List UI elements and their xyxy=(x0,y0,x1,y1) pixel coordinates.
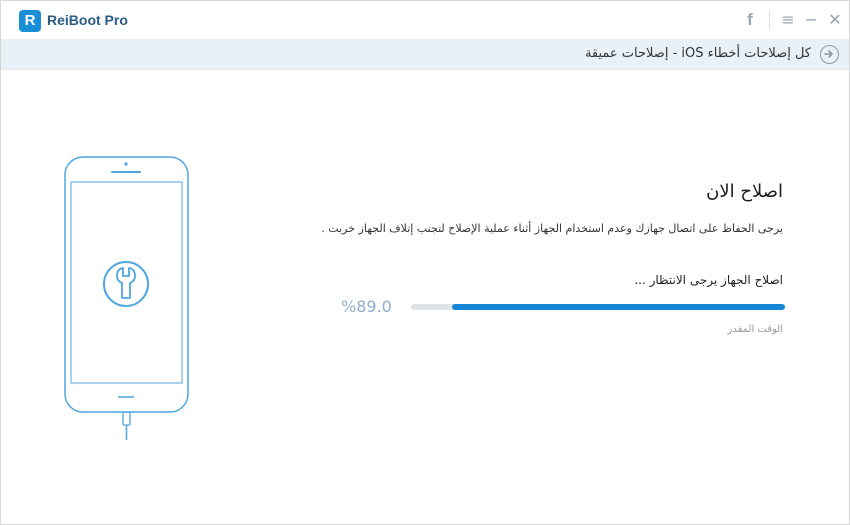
repair-instructions: يرجى الحفاظ على اتصال جهازك وعدم استخدام… xyxy=(321,222,783,235)
app-logo-letter: R xyxy=(24,12,36,29)
estimated-time-label: الوقت المقدر xyxy=(727,324,783,335)
breadcrumb-text: كل إصلاحات أخطاء iOS - إصلاحات عميقة xyxy=(584,46,811,61)
phone-illustration xyxy=(46,151,206,450)
title-bar: R ReiBoot Pro f ≡ − ✕ xyxy=(1,1,849,39)
app-title: ReiBoot Pro xyxy=(47,12,128,28)
menu-icon[interactable]: ≡ xyxy=(777,9,799,31)
progress-bar-fill xyxy=(452,304,785,310)
titlebar-divider xyxy=(769,10,770,30)
app-window: R ReiBoot Pro f ≡ − ✕ كل إصلاحات أخطاء i… xyxy=(0,0,850,525)
close-icon[interactable]: ✕ xyxy=(824,9,846,31)
breadcrumb: كل إصلاحات أخطاء iOS - إصلاحات عميقة xyxy=(1,39,849,70)
arrow-right-circle-icon xyxy=(824,50,833,58)
back-button[interactable] xyxy=(820,45,839,64)
progress-label: اصلاح الجهاز يرجى الانتظار ... xyxy=(634,273,783,287)
iphone-icon xyxy=(64,156,189,440)
app-logo-icon: R xyxy=(19,10,41,32)
minimize-icon[interactable]: − xyxy=(800,9,822,31)
facebook-icon[interactable]: f xyxy=(739,9,761,31)
page-title: اصلاح الان xyxy=(706,181,783,202)
progress-bar xyxy=(411,304,785,310)
progress-percent: %89.0 xyxy=(341,297,392,316)
wrench-icon xyxy=(103,261,149,307)
